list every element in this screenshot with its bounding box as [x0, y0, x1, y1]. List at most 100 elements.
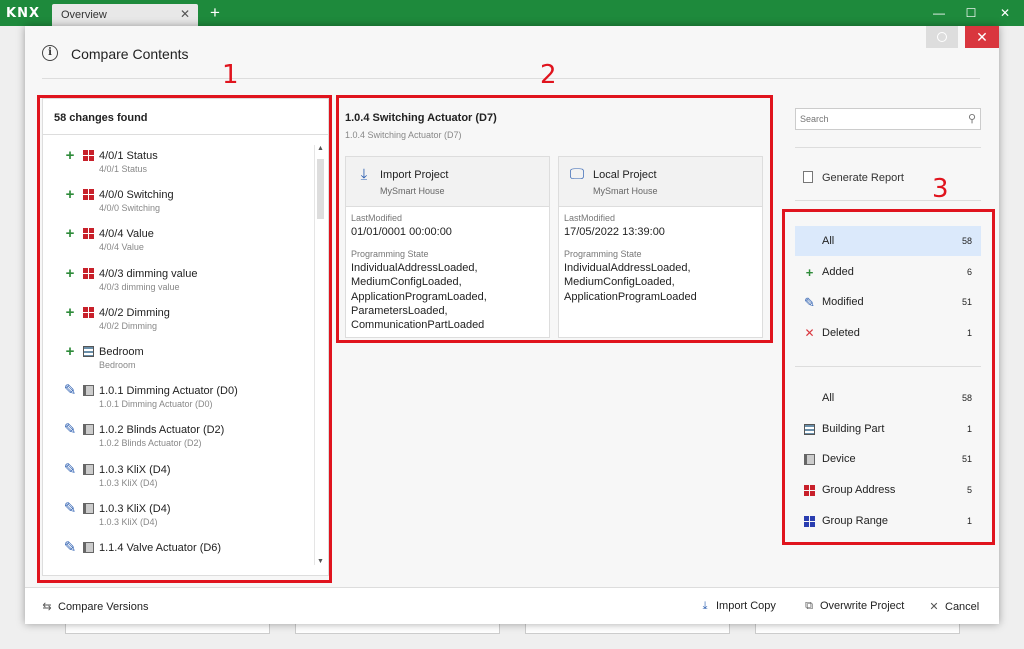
filter-label: Group Address: [822, 484, 896, 497]
filter-all[interactable]: All 58: [795, 226, 981, 256]
scroll-up-icon[interactable]: ▲: [316, 145, 325, 152]
import-project-header: ⤓ Import Project MySmart House: [346, 157, 549, 207]
minimize-icon[interactable]: —: [922, 2, 956, 24]
filter-deleted[interactable]: ✕ Deleted 1: [795, 318, 981, 348]
group-address-icon: [83, 228, 94, 240]
change-list-item[interactable]: ✎ 1.0.2 Blinds Actuator (D2) 1.0.2 Blinds …: [43, 419, 313, 458]
compare-versions-button[interactable]: ⇆ Compare Versions: [40, 600, 149, 614]
filter-count: 6: [966, 266, 972, 277]
filter-added[interactable]: + Added 6: [795, 257, 981, 287]
change-list-item[interactable]: +4/0/4 Value 4/0/4 Value: [43, 223, 313, 262]
changes-count-heading: 58 changes found: [43, 99, 328, 135]
change-item-subtitle: 1.0.3 KliX (D4): [99, 477, 158, 488]
programming-state-line: CommunicationPartLoaded: [351, 319, 485, 332]
device-icon: [83, 424, 94, 436]
programming-state-line: MediumConfigLoaded,: [564, 276, 675, 289]
dialog-close-button[interactable]: ✕: [965, 26, 999, 48]
filter-label: All: [822, 392, 835, 404]
change-list-item[interactable]: +4/0/0 Switching 4/0/0 Switching: [43, 184, 313, 223]
change-list-item[interactable]: ✎ 1.1.4 Valve Actuator (D6): [43, 537, 313, 565]
programming-state-line: IndividualAddressLoaded,: [351, 262, 478, 275]
dialog-footer: ⇆ Compare Versions ⤓ Import Copy ⧉ Overwrit…: [25, 587, 999, 624]
import-copy-button[interactable]: ⤓ Import Copy: [698, 600, 776, 614]
dialog-header: i Compare Contents ✕: [25, 26, 999, 78]
programming-state-label: Programming State: [351, 249, 429, 260]
change-list-item[interactable]: ✎ 1.0.3 KliX (D4) 1.0.3 KliX (D4): [43, 459, 313, 498]
change-item-subtitle: Bedroom: [99, 359, 136, 370]
change-item-subtitle: 4/0/1 Status: [99, 164, 148, 174]
filter-count: 1: [966, 515, 972, 526]
filter-label: Deleted: [822, 327, 860, 340]
search-input[interactable]: [796, 109, 962, 129]
device-icon: [804, 454, 815, 466]
maximize-icon[interactable]: ☐: [954, 2, 988, 24]
scroll-thumb[interactable]: [317, 159, 324, 219]
local-project-card: 🖵 Local Project MySmart House LastModifi…: [558, 156, 763, 338]
change-list-item[interactable]: ✎ 1.0.3 KliX (D4) 1.0.3 KliX (D4): [43, 498, 313, 537]
change-item-title: 1.0.1 Dimming Actuator (D0): [99, 385, 238, 398]
change-item-subtitle: 1.0.1 Dimming Actuator (D0): [99, 399, 213, 410]
filter-count: 51: [961, 297, 972, 308]
change-list-item[interactable]: + Bedroom Bedroom: [43, 341, 313, 380]
pencil-icon: ✎: [63, 538, 77, 556]
group-address-icon: [83, 267, 94, 279]
pencil-icon: ✎: [63, 460, 77, 478]
change-list-item[interactable]: +4/0/2 Dimming 4/0/2 Dimming: [43, 302, 313, 341]
filter-building-part[interactable]: Building Part 1: [795, 414, 981, 444]
filter-label: Group Range: [822, 514, 889, 527]
device-icon: [83, 502, 94, 514]
import-project-card: ⤓ Import Project MySmart House LastModif…: [345, 156, 550, 338]
compare-contents-dialog: i Compare Contents ✕ 58 changes found +4…: [25, 26, 999, 624]
divider: [795, 366, 981, 367]
change-item-title: 1.0.3 KliX (D4): [99, 463, 171, 476]
group-address-icon: [804, 485, 815, 497]
device-icon: [83, 463, 94, 475]
tab-close-icon[interactable]: ✕: [180, 7, 190, 21]
group-address-icon: [83, 306, 94, 318]
last-modified-label: LastModified: [564, 213, 616, 223]
dialog-restore-button[interactable]: [926, 26, 958, 48]
change-item-title: 4/0/4 Value: [99, 228, 154, 241]
programming-state-line: ParametersLoaded,: [351, 304, 448, 317]
building-part-icon: [804, 423, 815, 435]
plus-icon: +: [65, 147, 75, 164]
knx-logo: KNX: [6, 6, 40, 21]
cancel-button[interactable]: ✕ Cancel: [927, 600, 979, 614]
change-list-item[interactable]: ✎ 1.0.1 Dimming Actuator (D0) 1.0.1 Dimmin…: [43, 380, 313, 419]
change-item-subtitle: 4/0/0 Switching: [99, 203, 161, 214]
dialog-title: Compare Contents: [71, 46, 189, 62]
filter-group-address[interactable]: Group Address 5: [795, 475, 981, 505]
download-icon: ⤓: [702, 600, 708, 612]
last-modified-value: 01/01/0001 00:00:00: [351, 226, 452, 238]
overwrite-icon: ⧉: [805, 600, 813, 612]
scroll-down-icon[interactable]: ▼: [316, 558, 325, 565]
changes-scrollbar[interactable]: ▲ ▼: [314, 145, 325, 565]
filter-count: 1: [966, 423, 972, 434]
local-project-name: Local Project: [593, 169, 657, 181]
local-project-header: 🖵 Local Project MySmart House: [559, 157, 762, 207]
last-modified-value: 17/05/2022 13:39:00: [564, 226, 665, 238]
plus-icon: +: [65, 264, 75, 282]
new-tab-icon[interactable]: +: [210, 3, 220, 23]
programming-state-line: IndividualAddressLoaded,: [564, 262, 691, 275]
generate-report-button[interactable]: Generate Report: [800, 168, 980, 188]
programming-state-value: IndividualAddressLoaded, MediumConfigLoad…: [351, 261, 549, 332]
filter-all[interactable]: All 58: [795, 383, 981, 413]
filter-modified[interactable]: ✎ Modified 51: [795, 287, 981, 317]
compare-versions-label: Compare Versions: [58, 601, 149, 613]
tab-overview[interactable]: Overview ✕: [52, 4, 198, 26]
pencil-icon: ✎: [63, 499, 77, 517]
search-icon[interactable]: ⚲: [968, 112, 976, 125]
tab-overview-label: Overview: [61, 9, 107, 21]
filter-device[interactable]: Device 51: [795, 444, 981, 474]
annotation-number-1: 1: [222, 60, 239, 90]
change-list-item[interactable]: +4/0/3 dimming value 4/0/3 dimming value: [43, 263, 313, 302]
filter-label: Building Part: [822, 422, 885, 435]
filter-group-range[interactable]: Group Range 1: [795, 506, 981, 536]
change-item-subtitle: 4/0/4 Value: [99, 242, 144, 253]
cancel-label: Cancel: [945, 601, 980, 613]
window-close-icon[interactable]: ✕: [988, 2, 1022, 24]
change-list-item[interactable]: +4/0/1 Status 4/0/1 Status: [43, 145, 313, 184]
filter-count: 1: [966, 328, 972, 339]
overwrite-project-button[interactable]: ⧉ Overwrite Project: [802, 600, 904, 614]
